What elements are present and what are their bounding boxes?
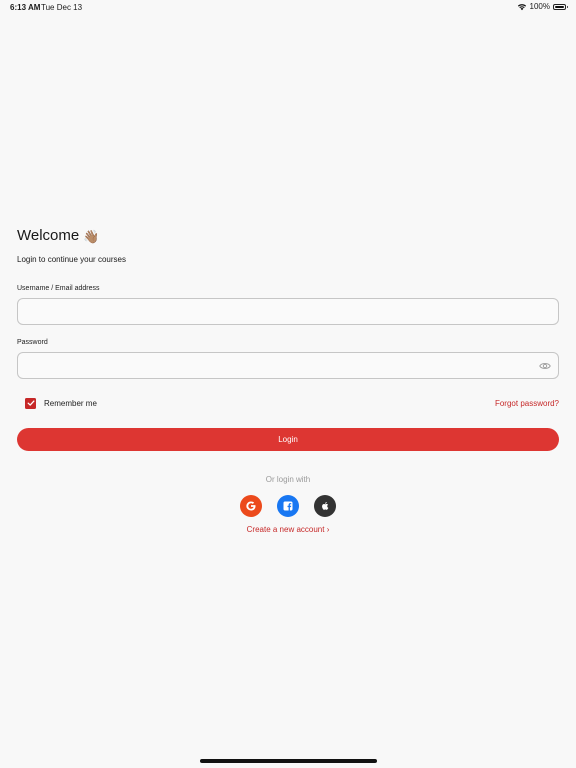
password-input[interactable] (18, 353, 558, 378)
password-label: Password (17, 339, 48, 346)
options-row: Remember me Forgot password? (17, 396, 559, 410)
login-button[interactable]: Login (17, 428, 559, 451)
status-date: Tue Dec 13 (41, 3, 83, 12)
facebook-icon (283, 501, 293, 511)
apple-icon (322, 502, 329, 510)
home-indicator (200, 759, 377, 763)
eye-icon[interactable] (539, 361, 551, 371)
status-bar: 6:13 AM Tue Dec 13 100% (0, 0, 576, 14)
check-icon (27, 400, 35, 406)
facebook-login-button[interactable] (277, 495, 299, 517)
wifi-icon (517, 3, 526, 10)
status-time: 6:13 AM (10, 3, 41, 12)
forgot-password-link[interactable]: Forgot password? (495, 399, 559, 408)
social-login-row (17, 495, 559, 517)
username-input[interactable] (18, 299, 558, 324)
login-form: Welcome 👋🏽 Login to continue your course… (17, 224, 559, 535)
waving-hand-icon: 👋🏽 (83, 228, 100, 244)
subtitle: Login to continue your courses (17, 255, 126, 264)
username-label: Username / Email address (17, 285, 100, 292)
battery-icon (553, 3, 568, 10)
welcome-text: Welcome (17, 227, 80, 244)
apple-login-button[interactable] (314, 495, 336, 517)
remember-me-toggle[interactable]: Remember me (17, 397, 97, 409)
battery-percent: 100% (529, 2, 550, 11)
username-field-container (17, 298, 559, 325)
create-account-link[interactable]: Create a new account › (17, 525, 559, 535)
password-field-container (17, 352, 559, 379)
or-login-with-label: Or login with (265, 475, 311, 484)
status-indicators: 100% (517, 2, 568, 11)
remember-me-checkbox[interactable] (25, 397, 36, 409)
google-login-button[interactable] (240, 495, 262, 517)
battery-level (555, 5, 564, 8)
remember-me-label: Remember me (44, 398, 97, 408)
page-title: Welcome 👋🏽 (17, 224, 559, 248)
google-icon (246, 501, 256, 511)
